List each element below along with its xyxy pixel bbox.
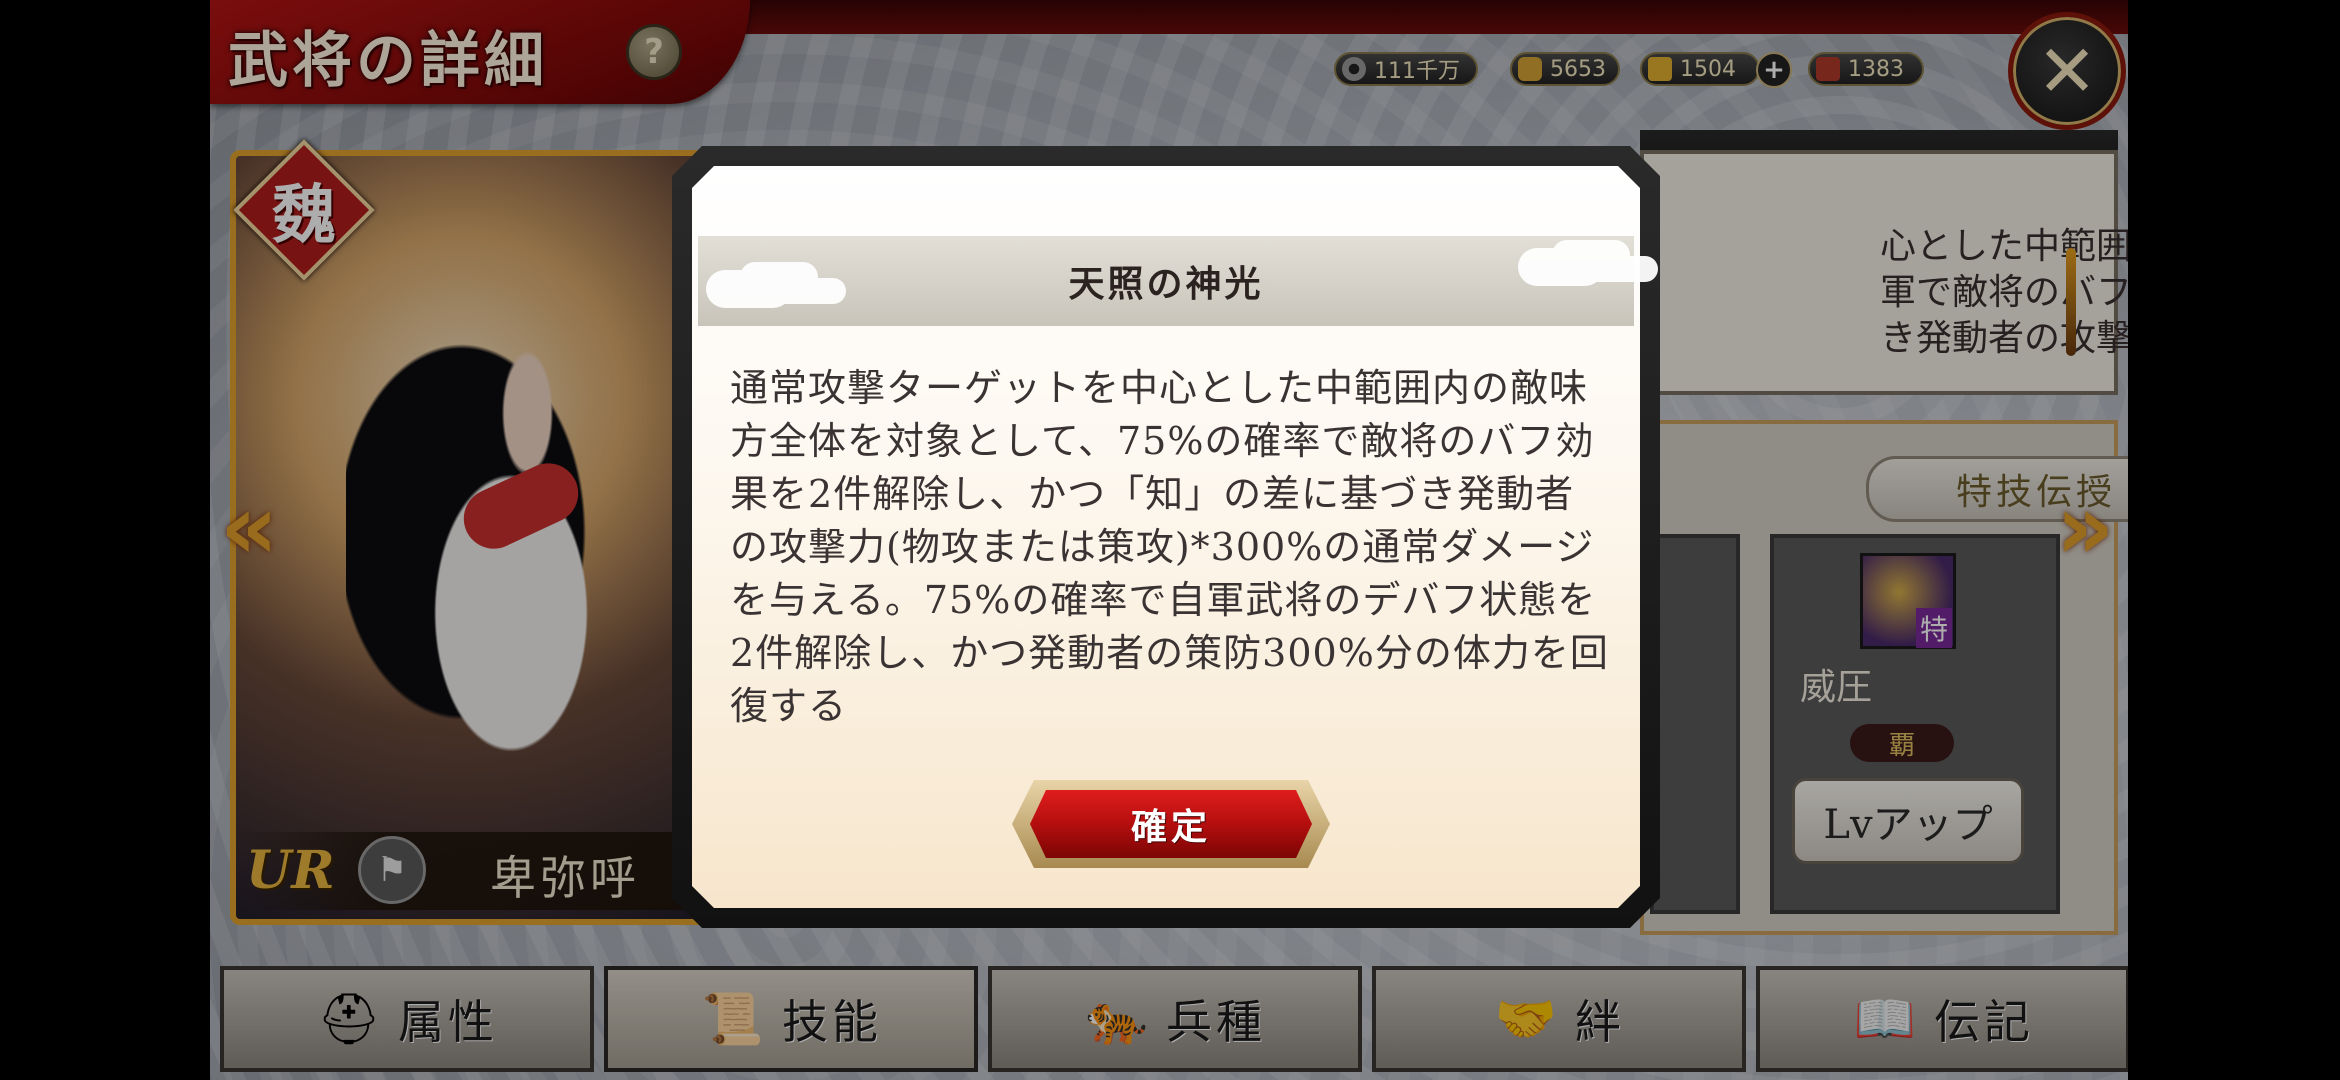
dialog-title: 天照の神光 [1068, 263, 1264, 305]
dialog-body-text: 通常攻撃ターゲットを中心とした中範囲内の敵味方全体を対象として、75%の確率で敵… [730, 366, 1609, 728]
confirm-button[interactable]: 確定 [1030, 790, 1312, 858]
